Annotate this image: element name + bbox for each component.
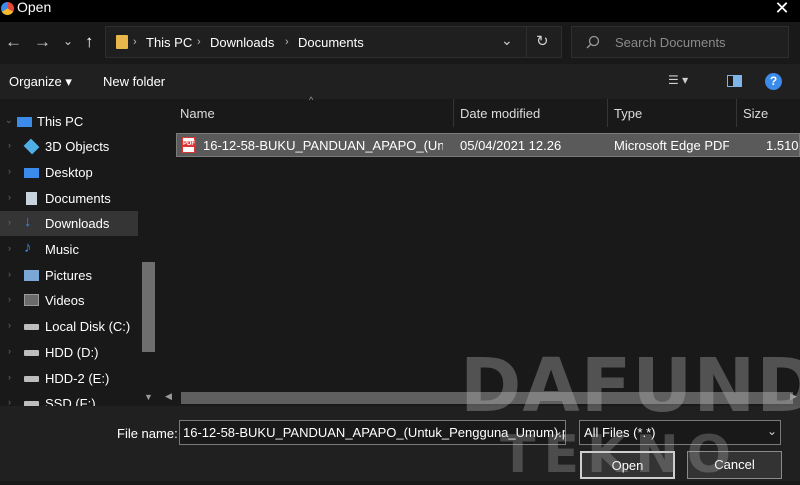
breadcrumb-separator-icon: › <box>133 36 137 48</box>
sidebar-item-label: Downloads <box>45 216 110 231</box>
organize-button[interactable]: Organize ▾ <box>9 74 72 90</box>
cube-icon <box>23 138 40 155</box>
sidebar-item-videos[interactable]: › Videos <box>0 288 138 313</box>
sidebar-item-label: Documents <box>45 191 111 206</box>
file-name-cell: 16-12-58-BUKU_PANDUAN_APAPO_(Untuk_Pengg… <box>203 138 443 153</box>
pc-icon <box>17 117 32 127</box>
title-bar <box>0 0 800 22</box>
forward-button[interactable]: → <box>34 32 51 52</box>
column-header-name[interactable]: Name <box>180 106 215 121</box>
pdf-file-icon: PDF <box>182 137 196 153</box>
sidebar-item-hdd-d[interactable]: › HDD (D:) <box>0 340 138 365</box>
drive-icon <box>24 376 39 382</box>
expand-chevron-icon[interactable]: › <box>8 320 11 330</box>
column-divider[interactable] <box>736 99 737 127</box>
videos-icon <box>24 294 39 306</box>
watermark-logo: DAFUNDA <box>460 343 800 429</box>
window-title: Open <box>17 0 52 15</box>
documents-icon <box>26 192 37 205</box>
sidebar-item-label: Local Disk (C:) <box>45 319 131 334</box>
scroll-left-icon[interactable]: ◀ <box>165 391 172 402</box>
watermark-logo-subtitle: TEKNO <box>500 425 740 485</box>
music-icon: ♪ <box>24 239 32 256</box>
sidebar-item-label: Music <box>45 242 79 257</box>
download-icon: ↓ <box>24 213 32 230</box>
file-name-label: File name: <box>117 426 178 441</box>
navigation-scrollbar-thumb[interactable] <box>142 262 155 352</box>
column-divider[interactable] <box>453 99 454 127</box>
drive-icon <box>24 324 39 330</box>
search-box[interactable]: Search Documents <box>571 26 789 58</box>
breadcrumb-documents[interactable]: Documents <box>298 35 364 50</box>
sidebar-item-label: 3D Objects <box>45 139 110 154</box>
column-header-size[interactable]: Size <box>743 106 768 121</box>
expand-chevron-icon[interactable]: › <box>8 346 11 356</box>
close-button[interactable]: ✕ <box>772 0 792 18</box>
address-bar[interactable]: › This PC › Downloads › Documents ⌄ ↻ <box>105 26 562 58</box>
breadcrumb-this-pc[interactable]: This PC <box>146 35 192 50</box>
sidebar-item-music[interactable]: › ♪ Music <box>0 237 138 262</box>
expand-chevron-icon[interactable]: › <box>8 166 11 176</box>
expand-chevron-icon[interactable]: › <box>8 217 11 227</box>
desktop-icon <box>24 168 39 178</box>
breadcrumb-separator-icon: › <box>197 36 201 48</box>
column-divider[interactable] <box>607 99 608 127</box>
sidebar-item-label: Desktop <box>45 165 93 180</box>
navigation-scrollbar[interactable] <box>140 99 157 406</box>
expand-chevron-icon[interactable]: › <box>8 397 11 406</box>
expand-chevron-icon[interactable]: › <box>8 372 11 382</box>
sidebar-item-label: HDD-2 (E:) <box>45 371 110 386</box>
recent-locations-button[interactable]: ⌄ <box>63 34 73 48</box>
sidebar-item-this-pc[interactable]: ⌄ This PC <box>0 109 138 134</box>
change-view-button[interactable]: ☰ ▾ <box>668 73 688 87</box>
expand-chevron-icon[interactable]: › <box>8 269 11 279</box>
column-header-type[interactable]: Type <box>614 106 642 121</box>
sidebar-item-label: SSD (F:) <box>45 396 96 406</box>
sidebar-item-label: This PC <box>37 114 84 129</box>
preview-pane-icon[interactable] <box>727 75 742 87</box>
file-date-cell: 05/04/2021 12.26 <box>460 138 562 153</box>
sort-ascending-icon: ^ <box>309 95 314 105</box>
back-button[interactable]: ← <box>5 32 22 52</box>
file-size-cell: 1.510 KB <box>766 138 800 153</box>
expand-chevron-icon[interactable]: › <box>8 294 11 304</box>
sidebar-item-label: HDD (D:) <box>45 345 99 360</box>
drive-icon <box>24 350 39 356</box>
sidebar-item-label: Videos <box>45 293 85 308</box>
sidebar-item-label: Pictures <box>45 268 92 283</box>
expand-chevron-icon[interactable]: › <box>8 140 11 150</box>
sidebar-item-3d-objects[interactable]: › 3D Objects <box>0 134 138 159</box>
pictures-icon <box>24 270 39 281</box>
breadcrumb-downloads[interactable]: Downloads <box>210 35 274 50</box>
sidebar-item-downloads[interactable]: › ↓ Downloads <box>0 211 138 236</box>
expand-chevron-icon[interactable]: › <box>8 243 11 253</box>
expand-chevron-icon[interactable]: ⌄ <box>5 115 13 126</box>
sidebar-item-pictures[interactable]: › Pictures <box>0 263 138 288</box>
up-button[interactable]: ↑ <box>85 32 94 52</box>
refresh-button[interactable]: ↻ <box>536 32 549 50</box>
column-header-date-modified[interactable]: Date modified <box>460 106 540 121</box>
scroll-down-icon[interactable]: ▼ <box>144 392 153 402</box>
sidebar-item-documents[interactable]: › Documents <box>0 186 138 211</box>
help-icon[interactable]: ? <box>765 73 782 90</box>
sidebar-item-ssd-f[interactable]: › SSD (F:) <box>0 391 138 406</box>
folder-icon <box>116 35 128 49</box>
search-icon <box>586 35 600 49</box>
sidebar-item-desktop[interactable]: › Desktop <box>0 160 138 185</box>
address-dropdown-button[interactable]: ⌄ <box>501 32 513 49</box>
new-folder-button[interactable]: New folder <box>103 74 165 89</box>
address-divider <box>526 27 527 57</box>
table-row[interactable]: PDF 16-12-58-BUKU_PANDUAN_APAPO_(Untuk_P… <box>176 133 800 157</box>
expand-chevron-icon[interactable]: › <box>8 192 11 202</box>
file-type-cell: Microsoft Edge PDF Document <box>614 138 729 153</box>
sidebar-item-local-disk-c[interactable]: › Local Disk (C:) <box>0 314 138 339</box>
chrome-icon <box>1 2 14 15</box>
sidebar-item-hdd-2-e[interactable]: › HDD-2 (E:) <box>0 366 138 391</box>
breadcrumb-separator-icon: › <box>285 36 289 48</box>
search-placeholder: Search Documents <box>615 35 726 50</box>
